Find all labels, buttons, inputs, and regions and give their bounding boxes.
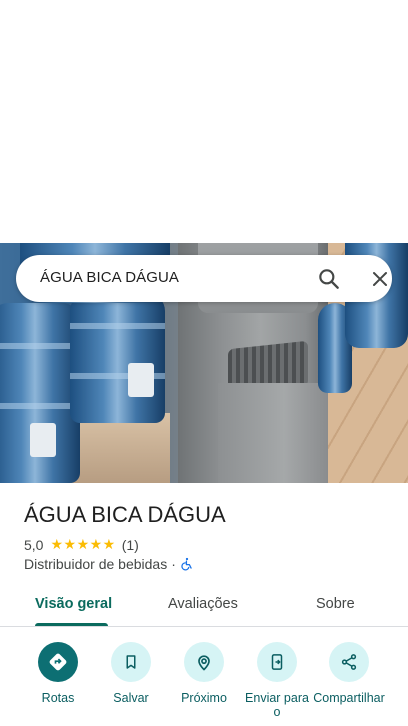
category-row: Distribuidor de bebidas · bbox=[24, 556, 194, 572]
rating-value: 5,0 bbox=[24, 536, 44, 553]
search-bar[interactable]: ÁGUA BICA DÁGUA bbox=[16, 255, 392, 302]
water-bottle bbox=[70, 293, 165, 423]
search-query[interactable]: ÁGUA BICA DÁGUA bbox=[40, 269, 179, 286]
directions-label: Rotas bbox=[41, 691, 75, 705]
tab-reviews[interactable]: Avaliações bbox=[168, 596, 238, 612]
directions-button[interactable]: Rotas bbox=[18, 642, 98, 705]
close-icon[interactable] bbox=[368, 267, 392, 291]
send-to-phone-button[interactable]: Enviar para o bbox=[237, 642, 317, 719]
bookmark-icon bbox=[111, 642, 151, 682]
tab-about[interactable]: Sobre bbox=[316, 596, 355, 612]
tab-bar: Visão geral Avaliações Sobre bbox=[0, 585, 408, 627]
send-to-phone-icon bbox=[257, 642, 297, 682]
save-label: Salvar bbox=[113, 691, 149, 705]
search-icon[interactable] bbox=[316, 266, 342, 292]
active-tab-indicator bbox=[35, 623, 108, 626]
directions-icon bbox=[38, 642, 78, 682]
share-button[interactable]: Compartilhar bbox=[309, 642, 389, 705]
save-button[interactable]: Salvar bbox=[91, 642, 171, 705]
rating-stars: ★★★★★ bbox=[50, 536, 116, 552]
review-count[interactable]: (1) bbox=[122, 537, 139, 553]
nearby-label: Próximo bbox=[181, 691, 227, 705]
wheelchair-accessible-icon bbox=[180, 557, 194, 571]
nearby-icon bbox=[184, 642, 224, 682]
share-icon bbox=[329, 642, 369, 682]
separator-dot: · bbox=[171, 556, 176, 572]
place-title: ÁGUA BICA DÁGUA bbox=[24, 502, 226, 527]
nearby-button[interactable]: Próximo bbox=[164, 642, 244, 705]
send-to-phone-label: Enviar para o bbox=[245, 691, 309, 719]
share-label: Compartilhar bbox=[313, 691, 385, 705]
action-bar: Rotas Salvar Próximo Enviar para o Compa… bbox=[0, 640, 408, 726]
place-category: Distribuidor de bebidas bbox=[24, 556, 168, 572]
tab-overview[interactable]: Visão geral bbox=[35, 596, 112, 612]
rating-row[interactable]: 5,0 ★★★★★ (1) bbox=[24, 536, 139, 553]
water-bottle bbox=[0, 303, 80, 483]
